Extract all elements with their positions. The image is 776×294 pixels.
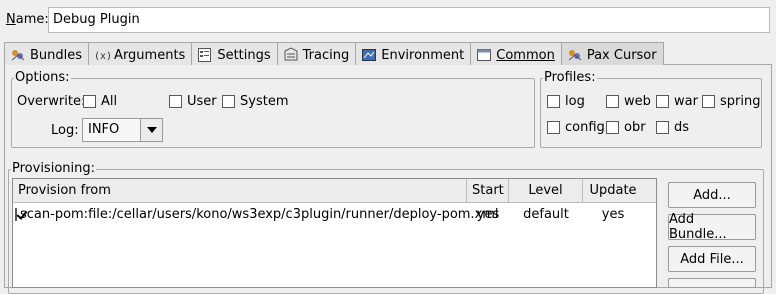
add-file-button[interactable]: Add File... [668, 246, 756, 272]
provisioning-table: Provision from Start Level Update scan-p… [12, 178, 657, 288]
profile-config-checkbox[interactable]: config [547, 120, 605, 135]
checkbox-label: ds [674, 120, 690, 135]
tab-common[interactable]: Common [471, 42, 562, 65]
table-header: Provision from Start Level Update [13, 179, 656, 203]
checkbox-box[interactable] [222, 95, 235, 108]
checkbox-box[interactable] [547, 95, 560, 108]
checkbox-label: war [674, 94, 698, 109]
profiles-title: Profiles: [543, 70, 597, 85]
tab-tracing[interactable]: Tracing [277, 42, 357, 65]
column-header-start[interactable]: Start [467, 179, 509, 202]
profiles-group [540, 78, 762, 148]
pax-cursor-icon [567, 47, 583, 63]
settings-icon [197, 47, 213, 63]
level-cell: default [523, 206, 569, 222]
bundles-icon [10, 47, 26, 63]
tab-settings[interactable]: Settings [192, 42, 278, 65]
options-title: Options: [14, 70, 71, 85]
common-icon [476, 47, 492, 63]
tab-label: Common [496, 47, 555, 63]
start-cell: yes [476, 206, 500, 222]
svg-text:(x)=: (x)= [94, 51, 110, 62]
tab-label: Pax Cursor [586, 47, 657, 63]
column-header-level[interactable]: Level [509, 179, 583, 202]
row-enabled-checkbox[interactable] [15, 207, 17, 221]
checkbox-box[interactable] [547, 121, 560, 134]
checkbox-box[interactable] [702, 95, 715, 108]
tab-arguments[interactable]: (x)= Arguments [89, 42, 193, 65]
tab-label: Tracing [302, 47, 350, 63]
checkbox-label: All [101, 94, 118, 109]
checkbox-box[interactable] [606, 121, 619, 134]
checkbox-label: obr [624, 120, 646, 135]
checkbox-label: log [565, 94, 585, 109]
provisioning-title: Provisioning: [11, 161, 96, 176]
table-row[interactable]: scan-pom:file:/cellar/users/kono/ws3exp/… [13, 203, 656, 225]
profile-obr-checkbox[interactable]: obr [606, 120, 646, 135]
checkbox-box[interactable] [656, 121, 669, 134]
checkbox-label: web [624, 94, 651, 109]
checkbox-box[interactable] [83, 95, 96, 108]
add-bundle-button[interactable]: Add Bundle... [668, 212, 756, 242]
checkbox-box[interactable] [169, 95, 182, 108]
checkbox-box[interactable] [606, 95, 619, 108]
tracing-icon [283, 47, 299, 63]
tab-bar: Bundles (x)= Arguments Settings Tracing … [4, 42, 664, 65]
column-header-provision-from[interactable]: Provision from [13, 179, 467, 202]
name-field[interactable]: Debug Plugin [48, 7, 770, 33]
checkbox-label: config [565, 120, 605, 135]
profile-web-checkbox[interactable]: web [606, 94, 651, 109]
checkbox-label: User [187, 94, 217, 109]
tab-pax-cursor[interactable]: Pax Cursor [561, 42, 664, 65]
column-header-update[interactable]: Update [583, 179, 643, 202]
checkbox-label: System [240, 94, 289, 109]
checkbox-box[interactable] [656, 95, 669, 108]
log-level-select[interactable]: INFO [82, 118, 163, 142]
update-cell: yes [601, 206, 625, 222]
name-label: Name: [6, 12, 49, 27]
log-level-value: INFO [88, 122, 120, 137]
tab-label: Settings [217, 47, 271, 63]
chevron-down-icon[interactable] [140, 119, 162, 141]
tab-bundles[interactable]: Bundles [4, 42, 90, 65]
profile-spring-checkbox[interactable]: spring [702, 94, 760, 109]
partial-button[interactable] [668, 278, 756, 288]
overwrite-label: Overwrite: [17, 94, 86, 109]
log-label: Log: [51, 123, 79, 138]
checkbox-label: spring [720, 94, 761, 109]
overwrite-system-checkbox[interactable]: System [222, 94, 288, 109]
profile-ds-checkbox[interactable]: ds [656, 120, 689, 135]
arguments-icon: (x)= [94, 47, 118, 63]
overwrite-user-checkbox[interactable]: User [169, 94, 217, 109]
provision-from-cell: scan-pom:file:/cellar/users/kono/ws3exp/… [13, 207, 499, 222]
provision-from-text: scan-pom:file:/cellar/users/kono/ws3exp/… [20, 206, 499, 222]
environment-icon [361, 47, 377, 63]
add-button[interactable]: Add... [668, 182, 756, 208]
profile-log-checkbox[interactable]: log [547, 94, 585, 109]
overwrite-all-checkbox[interactable]: All [83, 94, 117, 109]
tab-environment[interactable]: Environment [356, 42, 472, 65]
tab-label: Environment [381, 47, 465, 63]
tab-label: Bundles [30, 47, 83, 63]
tab-label: Arguments [114, 47, 186, 63]
profile-war-checkbox[interactable]: war [656, 94, 698, 109]
